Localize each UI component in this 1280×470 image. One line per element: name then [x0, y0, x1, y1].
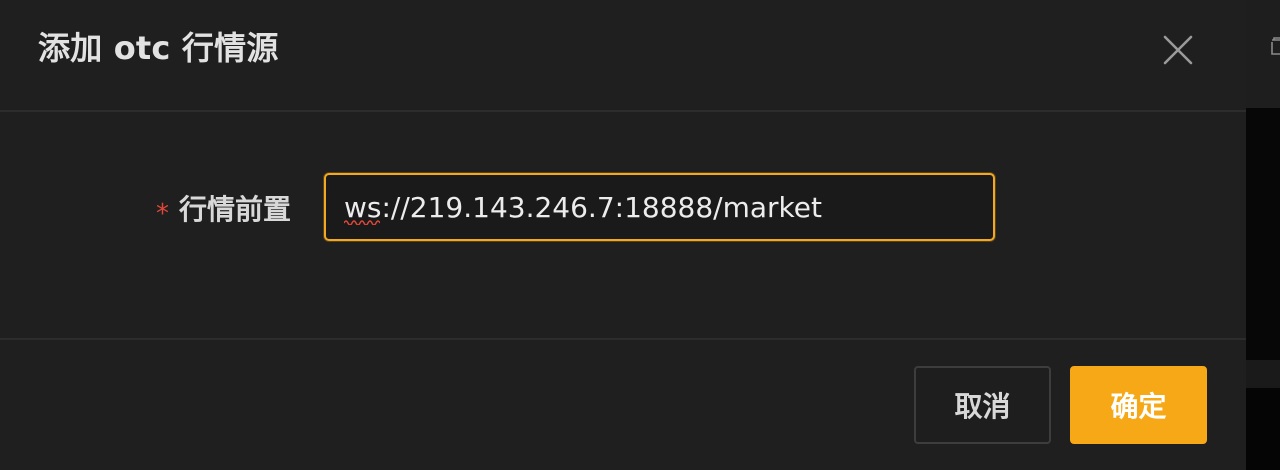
- field-label-text: 行情前置: [179, 193, 292, 226]
- dialog-body: * 行情前置: [0, 112, 1246, 338]
- dialog-title: 添加 otc 行情源: [38, 29, 279, 67]
- dialog-header: 添加 otc 行情源: [0, 0, 1246, 112]
- close-button[interactable]: [1156, 28, 1200, 72]
- background-panel: [1246, 108, 1280, 360]
- market-frontend-label: * 行情前置: [156, 190, 291, 230]
- partial-background-icon: [1266, 36, 1280, 58]
- market-frontend-input[interactable]: [324, 173, 995, 241]
- background-panel: [1246, 388, 1280, 470]
- confirm-button[interactable]: 确定: [1070, 366, 1207, 444]
- add-otc-source-dialog: 添加 otc 行情源 * 行情前置 取消 确定: [0, 0, 1246, 470]
- dialog-footer: 取消 确定: [0, 338, 1246, 470]
- background-panel: [1246, 360, 1280, 388]
- spellcheck-underline: [344, 220, 380, 225]
- close-icon: [1163, 35, 1193, 65]
- required-mark: *: [156, 199, 169, 229]
- cancel-button[interactable]: 取消: [914, 366, 1051, 444]
